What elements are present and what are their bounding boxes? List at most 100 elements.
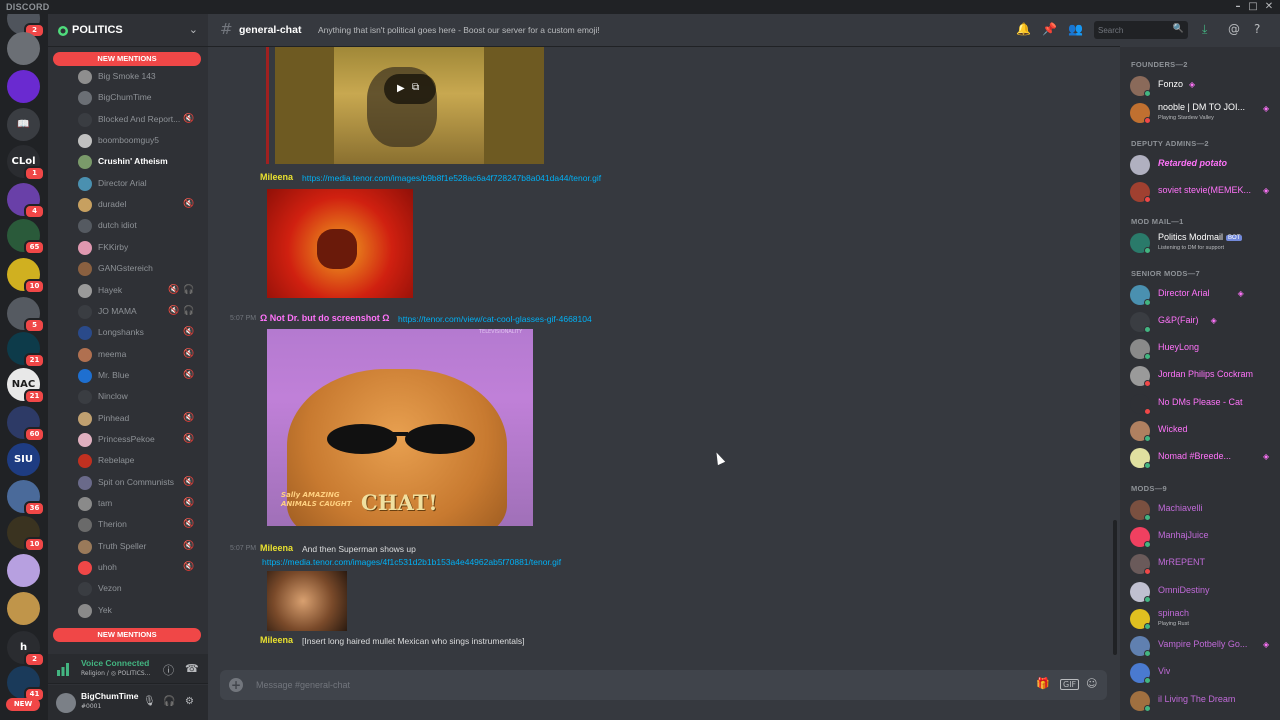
new-mentions-bottom[interactable]: NEW MENTIONS bbox=[53, 628, 201, 642]
voice-member[interactable]: uhoh 🔇 bbox=[73, 558, 203, 578]
new-mentions-top[interactable]: NEW MENTIONS bbox=[53, 52, 201, 66]
member-item[interactable]: G&P(Fair) ◈ bbox=[1130, 310, 1278, 334]
server-icon[interactable]: SIU bbox=[7, 443, 40, 476]
gif-embed-superman[interactable] bbox=[267, 571, 347, 631]
scrollbar[interactable] bbox=[1113, 520, 1117, 655]
channel-topic[interactable]: Anything that isn't political goes here … bbox=[318, 25, 600, 35]
voice-member[interactable]: JO MAMA 🔇 🎧 bbox=[73, 302, 203, 322]
voice-member[interactable]: duradel 🔇 bbox=[73, 195, 203, 215]
bell-icon[interactable]: 🔔 bbox=[1016, 22, 1031, 36]
gif-embed-cat[interactable]: CHAT! Sally AMAZING ANIMALS CAUGHT TELEV… bbox=[267, 329, 533, 526]
message-link[interactable]: https://media.tenor.com/images/4f1c531d2… bbox=[262, 557, 561, 567]
voice-member[interactable]: Hayek 🔇 🎧 bbox=[73, 281, 203, 301]
server-icon[interactable] bbox=[7, 70, 40, 103]
voice-member[interactable]: GANGstereich bbox=[73, 259, 203, 279]
search-box[interactable]: 🔍 bbox=[1094, 21, 1188, 39]
server-icon[interactable]: 📖 bbox=[7, 108, 40, 141]
voice-member[interactable]: Spit on Communists 🔇 bbox=[73, 473, 203, 493]
gift-icon[interactable]: 🎁 bbox=[1036, 677, 1050, 690]
avatar bbox=[78, 134, 92, 149]
member-item[interactable]: Viv bbox=[1130, 661, 1278, 685]
message-link[interactable]: https://media.tenor.com/images/b9b8f1e52… bbox=[302, 173, 601, 183]
voice-member[interactable]: BigChumTime bbox=[73, 88, 203, 108]
new-unreads-pill[interactable]: NEW bbox=[6, 698, 40, 711]
message-author[interactable]: Mileena bbox=[260, 543, 293, 553]
voice-member[interactable]: Truth Speller 🔇 bbox=[73, 537, 203, 557]
member-item[interactable]: nooble | DM TO JOI... Playing Stardew Val… bbox=[1130, 101, 1278, 125]
member-item[interactable]: MrREPENT bbox=[1130, 552, 1278, 576]
member-item[interactable]: Wicked bbox=[1130, 419, 1278, 443]
message-author[interactable]: Mileena bbox=[260, 635, 293, 645]
minimize-icon[interactable]: – bbox=[1231, 0, 1245, 14]
mention-icon[interactable]: @ bbox=[1228, 22, 1240, 36]
voice-member[interactable]: Ninclow bbox=[73, 387, 203, 407]
gif-embed-1[interactable]: ▶ ⧉ bbox=[275, 47, 544, 164]
voice-member[interactable]: Big Smoke 143 bbox=[73, 67, 203, 87]
voice-member[interactable]: meema 🔇 bbox=[73, 345, 203, 365]
server-icon[interactable] bbox=[7, 592, 40, 625]
close-icon[interactable]: ✕ bbox=[1262, 0, 1276, 14]
gif-embed-2[interactable] bbox=[267, 189, 413, 298]
message-link[interactable]: https://tenor.com/view/cat-cool-glasses-… bbox=[398, 314, 592, 324]
member-item[interactable]: Retarded potato bbox=[1130, 153, 1278, 177]
member-item[interactable]: Director Arial ◈ bbox=[1130, 283, 1278, 307]
voice-member[interactable]: FKKirby bbox=[73, 238, 203, 258]
gif-icon[interactable]: GIF bbox=[1060, 679, 1080, 690]
gear-icon[interactable]: ⚙ bbox=[185, 696, 194, 707]
voice-member[interactable]: dutch idiot bbox=[73, 216, 203, 236]
help-icon[interactable]: ? bbox=[1254, 22, 1260, 36]
open-external-icon[interactable]: ⧉ bbox=[412, 82, 419, 93]
maximize-icon[interactable]: □ bbox=[1246, 0, 1260, 14]
member-item[interactable]: Politics Modmail BOT Listening to DM for s… bbox=[1130, 231, 1278, 255]
search-input[interactable] bbox=[1098, 23, 1168, 37]
microphone-icon[interactable]: 🎙 bbox=[143, 696, 156, 707]
voice-member[interactable]: Blocked And Report... 🔇 bbox=[73, 110, 203, 130]
message-author[interactable]: Ω Not Dr. but do screenshot Ω bbox=[260, 313, 389, 323]
member-item[interactable]: spinach Playing Rust bbox=[1130, 607, 1278, 631]
voice-member[interactable]: Vezon bbox=[73, 579, 203, 599]
upload-plus-icon[interactable]: + bbox=[229, 678, 243, 692]
member-item[interactable]: Jordan Philips Cockram bbox=[1130, 364, 1278, 388]
member-item[interactable]: soviet stevie(MEMEK... ◈ bbox=[1130, 180, 1278, 204]
disconnect-icon[interactable]: ☎ bbox=[185, 662, 199, 675]
headphones-icon[interactable]: 🎧 bbox=[163, 696, 175, 707]
voice-member[interactable]: Yek bbox=[73, 601, 203, 621]
member-item[interactable]: HueyLong bbox=[1130, 337, 1278, 361]
members-icon[interactable]: 👥 bbox=[1068, 22, 1083, 36]
voice-member[interactable]: Mr. Blue 🔇 bbox=[73, 366, 203, 386]
avatar[interactable] bbox=[56, 693, 76, 713]
voice-member[interactable]: Director Arial bbox=[73, 174, 203, 194]
voice-member[interactable]: tam 🔇 bbox=[73, 494, 203, 514]
server-header[interactable]: POLITICS ⌄ bbox=[48, 14, 208, 47]
member-item[interactable]: OmniDestiny bbox=[1130, 580, 1278, 604]
member-item[interactable]: Fonzo ◈ bbox=[1130, 74, 1278, 98]
pin-icon[interactable]: 📌 bbox=[1042, 22, 1057, 36]
voice-member[interactable]: Longshanks 🔇 bbox=[73, 323, 203, 343]
server-icon[interactable] bbox=[7, 32, 40, 65]
voice-member[interactable]: Pinhead 🔇 bbox=[73, 409, 203, 429]
play-button[interactable]: ▶ ⧉ bbox=[384, 74, 436, 104]
signal-icon[interactable] bbox=[56, 662, 70, 676]
voice-member[interactable]: PrincessPekoe 🔇 bbox=[73, 430, 203, 450]
status-indicator bbox=[1144, 435, 1151, 442]
chevron-down-icon[interactable]: ⌄ bbox=[189, 23, 198, 36]
member-item[interactable]: Machiavelli bbox=[1130, 498, 1278, 522]
server-icon[interactable] bbox=[7, 554, 40, 587]
voice-member[interactable]: boomboomguy5 bbox=[73, 131, 203, 151]
emoji-icon[interactable]: ☺ bbox=[1086, 677, 1097, 690]
message-author[interactable]: Mileena bbox=[260, 172, 293, 182]
info-icon[interactable]: ⓘ bbox=[163, 662, 174, 678]
message-input[interactable] bbox=[256, 677, 1016, 693]
download-icon[interactable]: ⤓ bbox=[1202, 22, 1207, 37]
voice-member[interactable]: Therion 🔇 bbox=[73, 515, 203, 535]
voice-channel-path[interactable]: Religion / ◎ POLITICS... bbox=[81, 670, 150, 677]
voice-member-name: Hayek bbox=[98, 284, 123, 295]
voice-member-name: Rebelape bbox=[98, 455, 135, 466]
member-item[interactable]: il Living The Dream bbox=[1130, 689, 1278, 713]
member-item[interactable]: Vampire Potbelly Go... ◈ bbox=[1130, 634, 1278, 658]
member-item[interactable]: Nomad #Breede... ◈ bbox=[1130, 446, 1278, 470]
voice-member[interactable]: Crushin' Atheism bbox=[73, 152, 203, 172]
voice-member[interactable]: Rebelape bbox=[73, 451, 203, 471]
member-item[interactable]: ManhajJuice bbox=[1130, 525, 1278, 549]
member-item[interactable]: No DMs Please - Cat bbox=[1130, 392, 1278, 416]
